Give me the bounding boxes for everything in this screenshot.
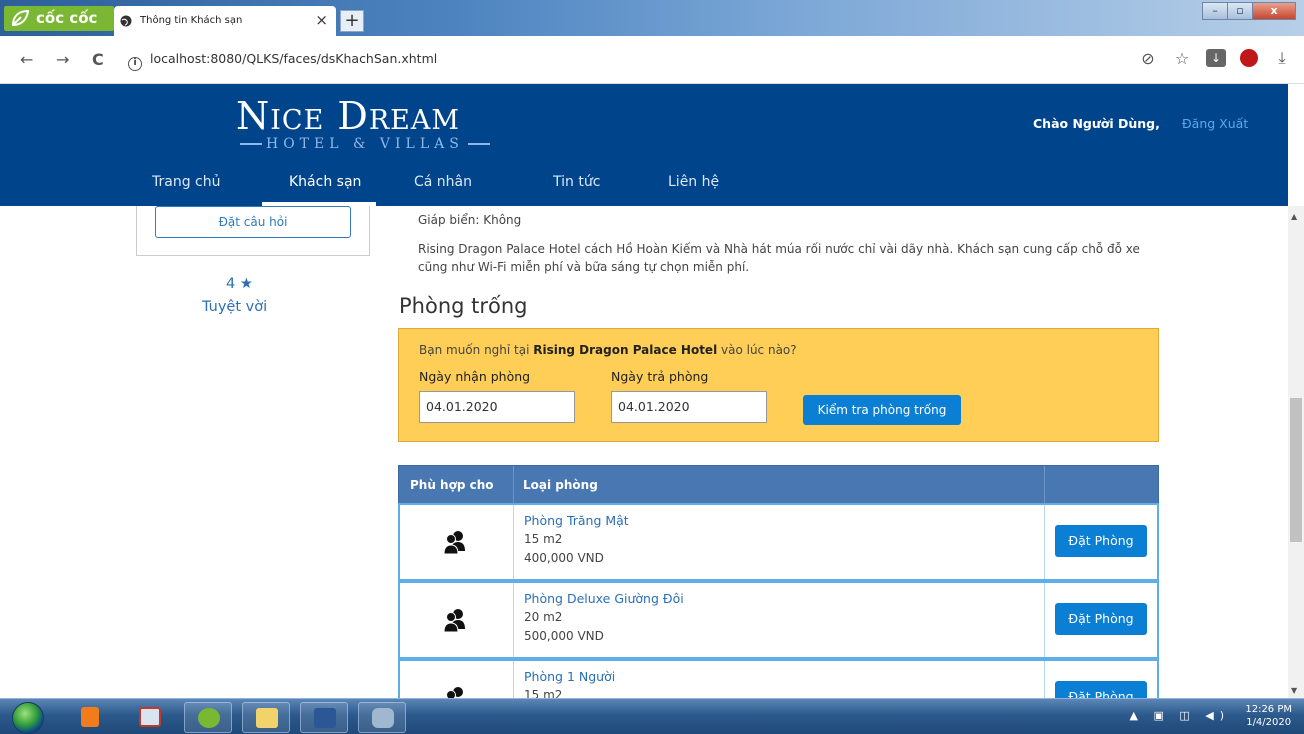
hotel-logo[interactable]: Nice Dream HOTEL & VILLAS — [236, 94, 494, 152]
word-icon — [314, 708, 336, 728]
site-header: Nice Dream HOTEL & VILLAS Chào Người Dùn… — [0, 84, 1288, 206]
back-arrow-icon[interactable]: ← — [20, 50, 33, 69]
taskbar-word[interactable] — [300, 702, 348, 733]
room-name[interactable]: Phòng Deluxe Giường Đôi — [524, 591, 684, 606]
header-suitable-for: Phù hợp cho — [410, 478, 494, 492]
media-player-icon — [81, 707, 99, 727]
hotel-description-2: cũng như Wi-Fi miễn phí và bữa sáng tự c… — [418, 260, 750, 274]
info-icon[interactable]: i — [128, 57, 142, 71]
coccoc-icon — [198, 708, 220, 728]
book-room-button[interactable]: Đặt Phòng — [1055, 603, 1147, 635]
users-icon — [446, 687, 463, 698]
window-controls: – ▫ x — [1202, 2, 1296, 20]
book-room-button[interactable]: Đặt Phòng — [1055, 525, 1147, 557]
room-size: 15 m2 — [524, 688, 563, 698]
room-size: 20 m2 — [524, 610, 563, 624]
ask-question-button[interactable]: Đặt câu hỏi — [155, 206, 351, 238]
nav-profile[interactable]: Cá nhân — [414, 174, 472, 190]
beach-info: Giáp biển: Không — [418, 213, 522, 227]
checkin-label: Ngày nhận phòng — [419, 369, 531, 384]
checkout-date-input[interactable]: 04.01.2020 — [611, 391, 767, 423]
available-rooms-title: Phòng trống — [399, 294, 528, 318]
start-button[interactable] — [12, 702, 44, 734]
tab-title: Thông tin Khách sạn — [140, 15, 243, 26]
room-name[interactable]: Phòng 1 Người — [524, 669, 615, 684]
hotel-name: Rising Dragon Palace Hotel — [533, 343, 718, 357]
user-greeting: Chào Người Dùng, — [1033, 116, 1160, 131]
url-text: localhost:8080/QLKS/faces/dsKhachSan.xht… — [150, 51, 438, 66]
scrollbar-thumb[interactable] — [1290, 398, 1302, 542]
table-row: Phòng Trăng Mật 15 m2 400,000 VND Đặt Ph… — [398, 503, 1159, 581]
system-tray-icons[interactable]: ▲ ▣ ◫ ◀) — [1130, 709, 1231, 722]
coccoc-brand-text: cốc cốc — [36, 9, 98, 27]
taskbar-virtualbox[interactable] — [358, 702, 406, 733]
availability-form: Bạn muốn nghỉ tại Rising Dragon Palace H… — [398, 328, 1159, 442]
header-room-type: Loại phòng — [523, 478, 598, 492]
book-room-button[interactable]: Đặt Phòng — [1055, 681, 1147, 698]
room-size: 15 m2 — [524, 532, 563, 546]
clock-date: 1/4/2020 — [1246, 717, 1292, 728]
rooms-table-header: Phù hợp cho Loại phòng — [398, 465, 1159, 504]
room-name[interactable]: Phòng Trăng Mật — [524, 513, 629, 528]
nav-news[interactable]: Tin tức — [553, 174, 600, 190]
scroll-up-icon[interactable]: ▲ — [1291, 212, 1297, 221]
url-field[interactable]: i localhost:8080/QLKS/faces/dsKhachSan.xh… — [128, 51, 437, 71]
taskbar-coccoc[interactable] — [184, 702, 232, 733]
table-row: Phòng Deluxe Giường Đôi 20 m2 500,000 VN… — [398, 581, 1159, 659]
scroll-down-icon[interactable]: ▼ — [1291, 686, 1297, 695]
network-icon — [139, 707, 161, 727]
clock[interactable]: 12:26 PM 1/4/2020 — [1245, 703, 1292, 729]
windows-taskbar: ▲ ▣ ◫ ◀) 12:26 PM 1/4/2020 — [0, 698, 1304, 734]
coccoc-leaf-icon — [11, 9, 30, 27]
main-nav: Trang chủ Khách sạn Cá nhân Tin tức Liên… — [0, 172, 1288, 206]
globe-icon — [120, 15, 132, 27]
logout-link[interactable]: Đăng Xuất — [1182, 116, 1248, 131]
minimize-button[interactable]: – — [1202, 2, 1228, 20]
folder-icon — [256, 708, 278, 728]
cube-icon — [372, 708, 394, 728]
extension-avatar-icon[interactable] — [1240, 49, 1258, 67]
rating-label: Tuyệt vời — [202, 299, 268, 315]
reload-icon[interactable]: C — [92, 50, 104, 69]
downloads-icon[interactable]: ⤓ — [1272, 48, 1292, 68]
nav-contact[interactable]: Liên hệ — [668, 174, 719, 190]
page-content: Đặt câu hỏi 4 ★ Tuyệt vời Giáp biển: Khô… — [0, 206, 1288, 698]
taskbar-network-app[interactable] — [126, 702, 174, 733]
users-icon — [443, 531, 465, 555]
coccoc-logo[interactable]: cốc cốc — [4, 6, 114, 31]
table-row: Phòng 1 Người 15 m2 Đặt Phòng — [398, 659, 1159, 698]
address-bar: ← → C i localhost:8080/QLKS/faces/dsKhach… — [0, 36, 1304, 84]
close-window-button[interactable]: x — [1252, 2, 1296, 20]
checkin-date-input[interactable]: 04.01.2020 — [419, 391, 575, 423]
bookmark-star-icon[interactable]: ☆ — [1172, 49, 1192, 68]
shield-icon[interactable]: ⊘ — [1138, 49, 1158, 68]
availability-question: Bạn muốn nghỉ tại Rising Dragon Palace H… — [419, 343, 797, 357]
new-tab-button[interactable]: + — [340, 10, 364, 32]
forward-arrow-icon[interactable]: → — [56, 50, 69, 69]
toolbar-icons: ⊘ ☆ ↓ ⤓ — [1138, 48, 1292, 68]
download-extension-icon[interactable]: ↓ — [1206, 49, 1226, 67]
room-price: 500,000 VND — [524, 629, 604, 643]
check-availability-button[interactable]: Kiểm tra phòng trống — [803, 395, 961, 425]
brand-tagline: HOTEL & VILLAS — [236, 136, 494, 152]
rating-score: 4 ★ — [226, 276, 253, 292]
tab-close-icon[interactable]: × — [315, 11, 328, 29]
clock-time: 12:26 PM — [1245, 704, 1292, 715]
room-price: 400,000 VND — [524, 551, 604, 565]
vertical-scrollbar[interactable]: ▲ ▼ — [1288, 206, 1304, 698]
nav-hotels[interactable]: Khách sạn — [289, 174, 361, 190]
brand-name: Nice Dream — [236, 94, 461, 138]
users-icon — [443, 609, 465, 633]
taskbar-media-player[interactable] — [66, 702, 114, 733]
browser-tab[interactable]: Thông tin Khách sạn × — [114, 6, 336, 36]
taskbar-explorer[interactable] — [242, 702, 290, 733]
hotel-description-1: Rising Dragon Palace Hotel cách Hồ Hoàn … — [418, 242, 1140, 256]
nav-home[interactable]: Trang chủ — [152, 174, 220, 190]
maximize-button[interactable]: ▫ — [1227, 2, 1253, 20]
browser-tab-bar: cốc cốc Thông tin Khách sạn × + – ▫ x — [0, 0, 1304, 36]
checkout-label: Ngày trả phòng — [611, 369, 709, 384]
